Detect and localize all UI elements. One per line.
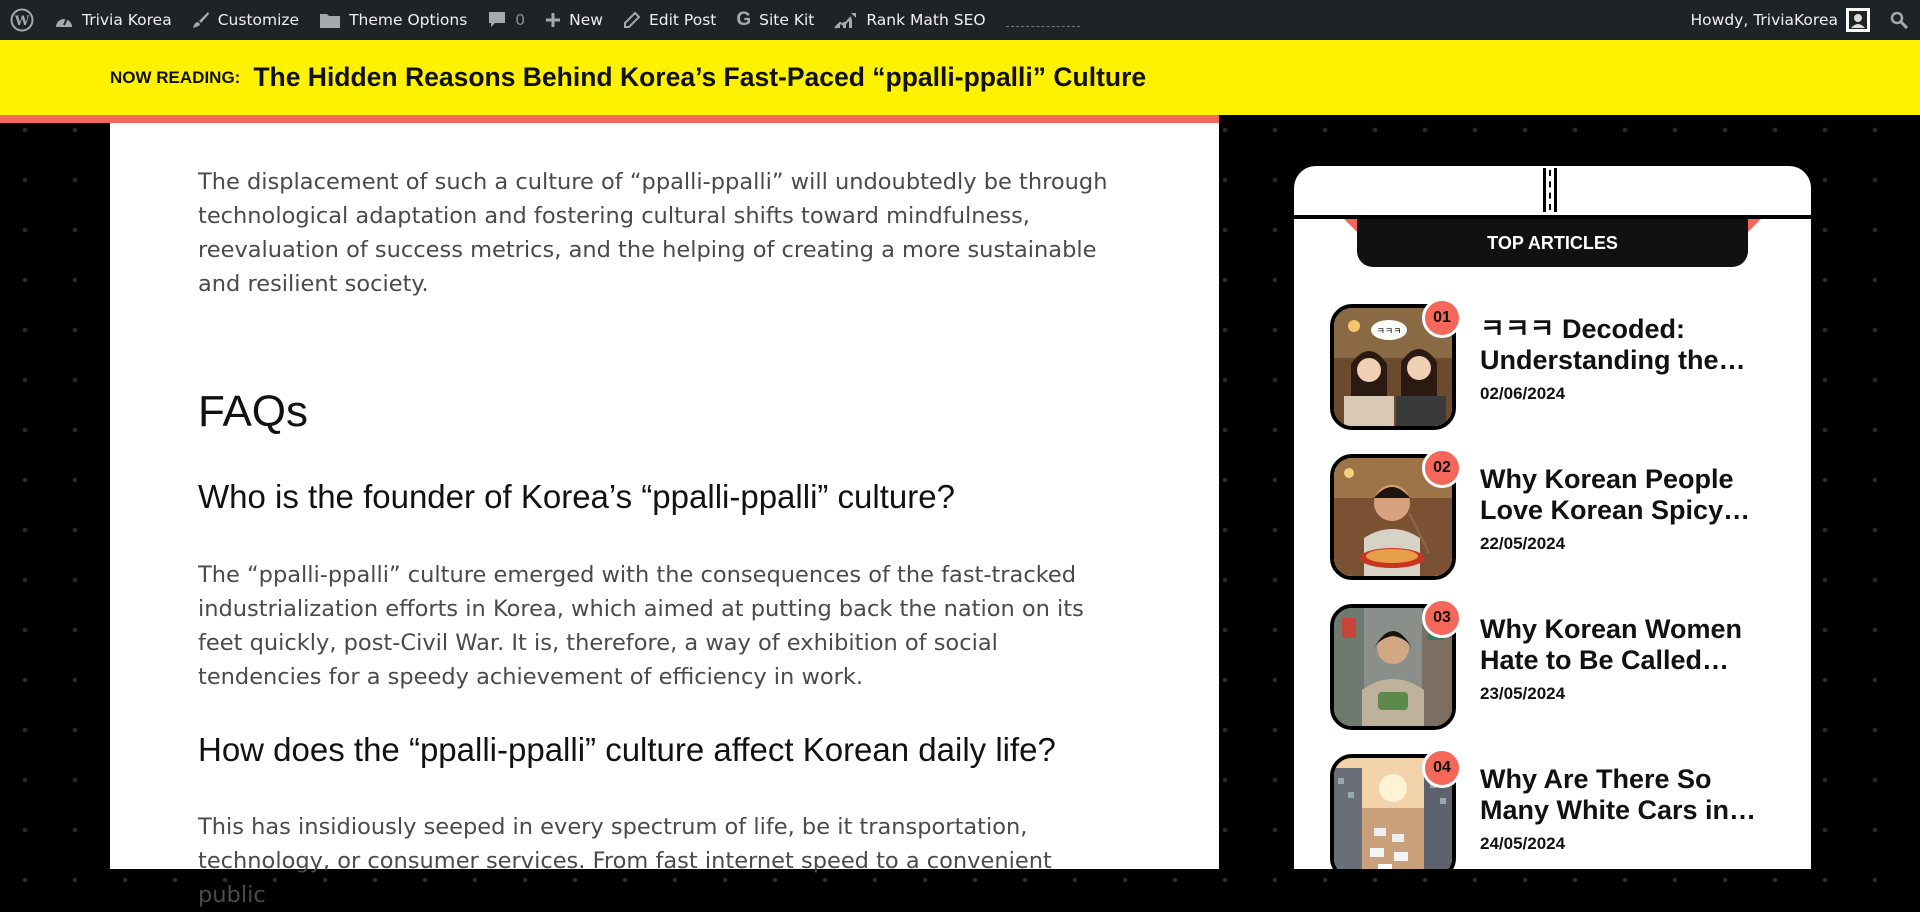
pencil-icon — [623, 11, 641, 29]
ribbon-corner-left — [1344, 219, 1358, 233]
ribbon-corner-right — [1747, 219, 1761, 233]
site-name-label: Trivia Korea — [82, 11, 172, 29]
top-article-item[interactable]: 03 Why Korean Women Hate to Be Called… 2… — [1330, 598, 1790, 732]
plus-icon — [545, 12, 561, 28]
top-articles-widget: TOP ARTICLES ㅋㅋㅋ 01 ㅋㅋㅋ Decoded: Underst… — [1294, 166, 1811, 869]
top-article-item[interactable]: 04 Why Are There So Many White Cars in… … — [1330, 748, 1790, 869]
new-content-menu[interactable]: New — [535, 0, 613, 40]
comments-link[interactable]: 0 — [477, 0, 535, 40]
theme-options-label: Theme Options — [349, 11, 468, 29]
faq-answer: This has insidiously seeped in every spe… — [198, 814, 1052, 908]
top-article-date: 02/06/2024 — [1480, 384, 1566, 403]
site-name-menu[interactable]: Trivia Korea — [44, 0, 182, 40]
new-label: New — [569, 11, 603, 29]
now-reading-label: NOW READING: — [110, 67, 241, 87]
paintbrush-icon — [192, 11, 210, 29]
rank-badge: 03 — [1422, 598, 1462, 638]
faq-question: Who is the founder of Korea’s “ppalli-pp… — [198, 478, 955, 515]
now-reading-title: The Hidden Reasons Behind Korea’s Fast-P… — [253, 62, 1147, 92]
customize-link[interactable]: Customize — [182, 0, 309, 40]
article-content: The displacement of such a culture of “p… — [110, 115, 1219, 908]
top-article-title[interactable]: ㅋㅋㅋ Decoded: Understanding the… — [1480, 314, 1770, 376]
admin-bar-divider — [1005, 25, 1080, 29]
dashboard-icon — [54, 11, 74, 29]
rank-badge: 01 — [1422, 298, 1462, 338]
top-article-date: 24/05/2024 — [1480, 834, 1566, 853]
rank-badge: 02 — [1422, 448, 1462, 488]
rank-badge: 04 — [1422, 748, 1462, 788]
top-article-date: 23/05/2024 — [1480, 684, 1566, 703]
avatar — [1846, 8, 1870, 32]
top-article-title[interactable]: Why Korean Women Hate to Be Called… — [1480, 614, 1770, 676]
site-kit-label: Site Kit — [759, 11, 815, 29]
top-article-title[interactable]: Why Are There So Many White Cars in… — [1480, 764, 1770, 826]
my-account-menu[interactable]: Howdy, TriviaKorea — [1681, 0, 1880, 40]
wp-admin-bar: W Trivia Korea Customize Theme Options 0… — [0, 0, 1920, 40]
chart-icon — [834, 11, 858, 29]
faq-answer: The “ppalli-ppalli” culture emerged with… — [198, 562, 1084, 690]
reading-progress-bar — [0, 115, 1220, 123]
howdy-label: Howdy, TriviaKorea — [1690, 11, 1838, 29]
top-article-date: 22/05/2024 — [1480, 534, 1566, 553]
folder-icon — [319, 11, 341, 29]
rank-math-label: Rank Math SEO — [866, 11, 986, 29]
top-article-item[interactable]: 02 Why Korean People Love Korean Spicy… … — [1330, 448, 1790, 582]
top-article-title[interactable]: Why Korean People Love Korean Spicy… — [1480, 464, 1770, 526]
article-paragraph: The displacement of such a culture of “p… — [198, 169, 1108, 297]
comment-bubble-icon — [487, 10, 507, 30]
edit-post-label: Edit Post — [648, 11, 717, 29]
wordpress-logo-icon[interactable]: W — [0, 0, 44, 40]
svg-text:W: W — [14, 14, 30, 29]
rank-math-menu[interactable]: Rank Math SEO — [824, 0, 995, 40]
edit-post-link[interactable]: Edit Post — [613, 0, 726, 40]
search-icon[interactable] — [1880, 0, 1920, 40]
customize-label: Customize — [217, 11, 300, 29]
svg-text:ㅋㅋㅋ: ㅋㅋㅋ — [1377, 327, 1402, 337]
top-article-item[interactable]: ㅋㅋㅋ 01 ㅋㅋㅋ Decoded: Understanding the… 0… — [1330, 298, 1790, 432]
decorative-pin — [1543, 168, 1557, 212]
now-reading-bar: NOW READING: The Hidden Reasons Behind K… — [0, 40, 1920, 123]
faqs-heading: FAQs — [198, 387, 309, 436]
site-kit-menu[interactable]: G Site Kit — [726, 0, 824, 40]
theme-options-link[interactable]: Theme Options — [309, 0, 477, 40]
now-reading-content: NOW READING: The Hidden Reasons Behind K… — [110, 40, 1146, 115]
comments-count: 0 — [515, 11, 526, 29]
faq-question: How does the “ppalli-ppalli” culture aff… — [198, 731, 1056, 768]
widget-title: TOP ARTICLES — [1357, 219, 1748, 267]
google-g-icon: G — [736, 9, 752, 30]
